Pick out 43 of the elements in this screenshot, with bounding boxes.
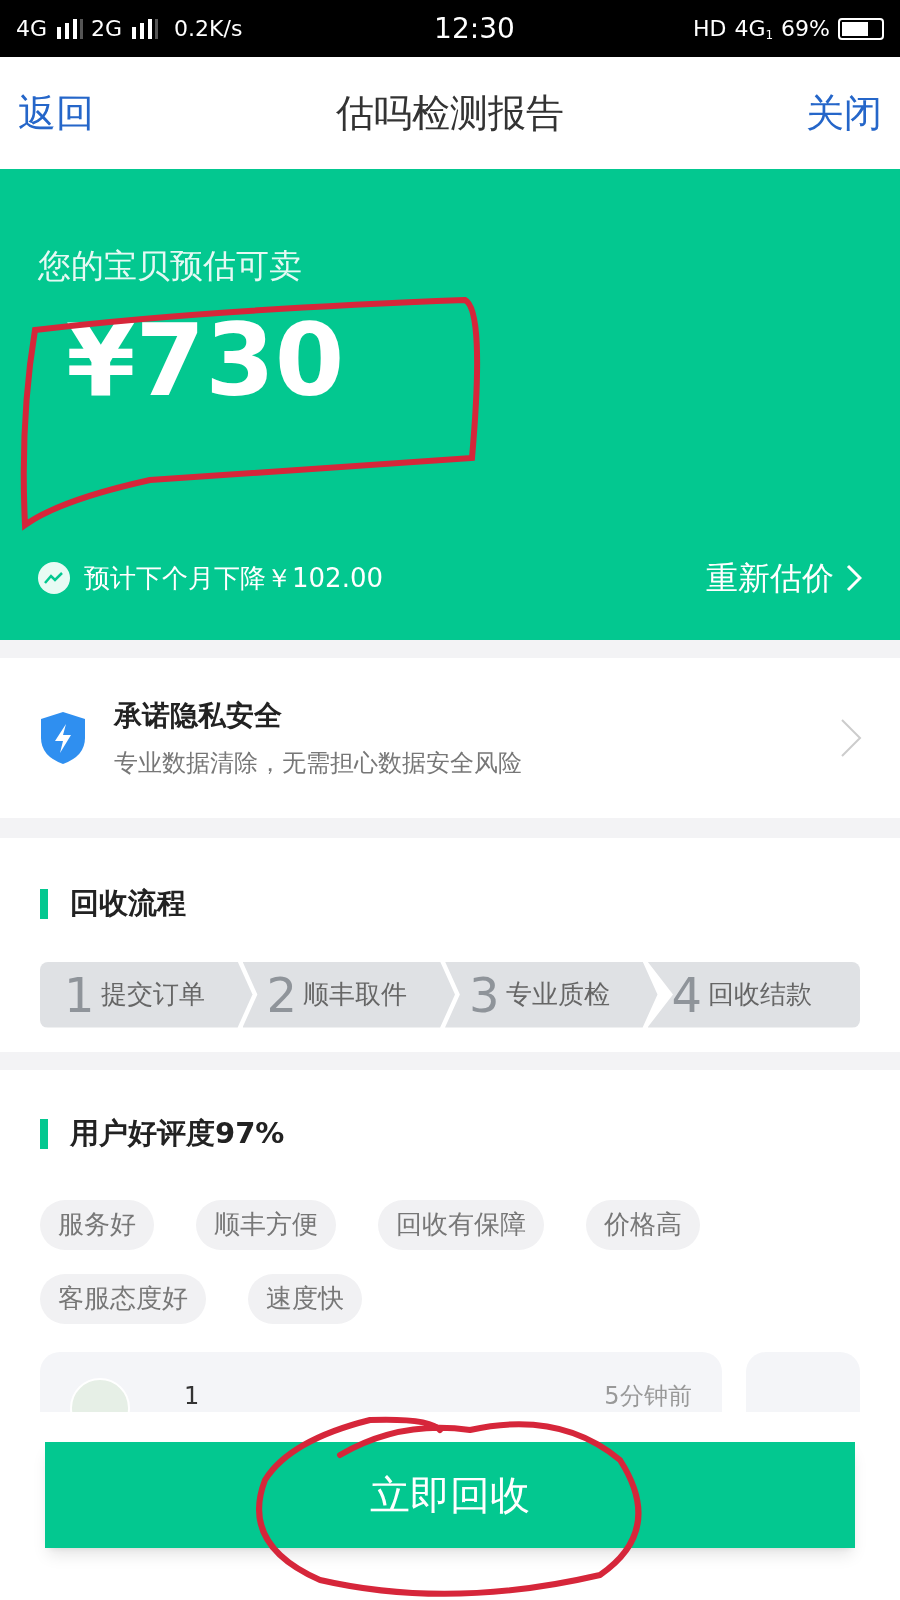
signal-icon xyxy=(130,18,159,39)
page-title: 估吗检测报告 xyxy=(336,89,564,137)
estimated-price: ¥730 xyxy=(66,310,346,411)
step-number: 4 xyxy=(671,970,703,1019)
section-heading: 回收流程 xyxy=(70,885,186,922)
privacy-row[interactable]: 承诺隐私安全 专业数据清除，无需担心数据安全风险 xyxy=(0,658,900,818)
review-tag: 服务好 xyxy=(40,1199,154,1250)
privacy-title: 承诺隐私安全 xyxy=(114,698,283,734)
review-time: 5分钟前 xyxy=(604,1380,692,1412)
battery-icon xyxy=(838,17,884,40)
network-label: 2G xyxy=(91,15,123,43)
privacy-subtitle: 专业数据清除，无需担心数据安全风险 xyxy=(114,748,522,779)
step-label: 提交订单 xyxy=(100,978,205,1011)
chevron-right-icon xyxy=(840,718,862,758)
trend-text: 预计下个月下降￥102.00 xyxy=(84,561,383,595)
network-label: 4G$_{1}$ xyxy=(734,15,774,44)
review-tag: 速度快 xyxy=(248,1273,362,1324)
review-tag: 价格高 xyxy=(586,1199,700,1250)
section-marker xyxy=(40,1118,48,1149)
review-tag: 回收有保障 xyxy=(378,1199,544,1250)
step-number: 1 xyxy=(64,970,95,1019)
review-user: 1 xyxy=(184,1380,200,1412)
trend-icon xyxy=(38,562,70,594)
signal-icon xyxy=(55,18,84,39)
step-label: 回收结款 xyxy=(708,978,813,1011)
network-speed: 0.2K/s xyxy=(174,15,243,43)
clock: 12:30 xyxy=(433,10,516,47)
chevron-right-icon xyxy=(846,564,862,592)
section-heading: 用户好评度97% xyxy=(70,1115,285,1152)
section-marker xyxy=(40,888,48,919)
review-tag: 客服态度好 xyxy=(40,1273,206,1324)
shield-icon xyxy=(38,710,88,766)
network-label: 4G xyxy=(16,15,48,43)
hd-label: HD xyxy=(692,15,727,43)
step-number: 3 xyxy=(469,970,500,1019)
back-link[interactable]: 返回 xyxy=(18,84,94,142)
step-label: 顺丰取件 xyxy=(303,978,408,1011)
step-label: 专业质检 xyxy=(505,978,610,1011)
close-link[interactable]: 关闭 xyxy=(806,84,882,142)
battery-percent: 69% xyxy=(781,15,830,43)
step-number: 2 xyxy=(266,970,298,1019)
estimate-label: 您的宝贝预估可卖 xyxy=(38,245,303,287)
review-tag: 顺丰方便 xyxy=(196,1199,336,1250)
